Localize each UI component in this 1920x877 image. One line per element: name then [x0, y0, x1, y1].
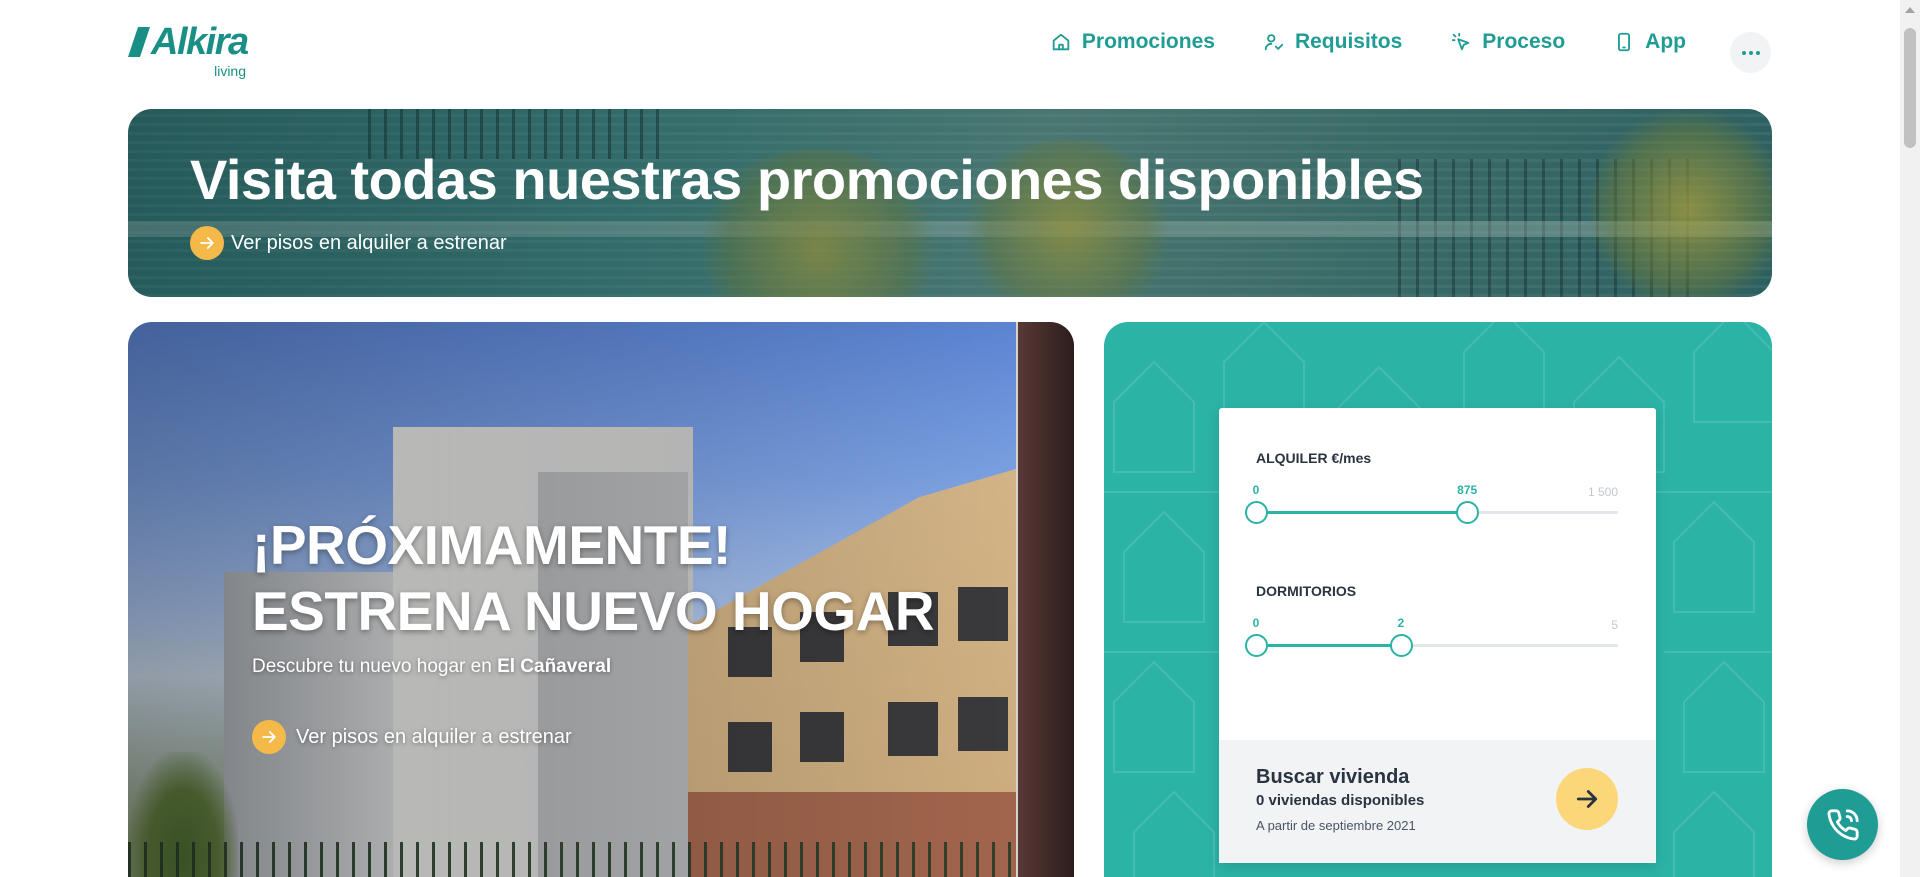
- banner-link[interactable]: Ver pisos en alquiler a estrenar: [190, 226, 507, 260]
- main-nav: Promociones Requisitos Proceso App: [1050, 30, 1686, 54]
- banner-title: Visita todas nuestras promociones dispon…: [190, 148, 1424, 211]
- rent-min-value: 0: [1252, 483, 1260, 497]
- bedrooms-max-handle[interactable]: [1389, 634, 1413, 657]
- nav-item-label: Proceso: [1482, 30, 1566, 53]
- search-go-button[interactable]: [1556, 768, 1618, 830]
- nav-item-proceso[interactable]: Proceso: [1450, 30, 1565, 54]
- hero-link-label: Ver pisos en alquiler a estrenar: [296, 725, 572, 748]
- rent-min-handle[interactable]: [1245, 501, 1268, 524]
- rent-filter-label: ALQUILER €/mes: [1256, 450, 1372, 466]
- search-title: Buscar vivienda: [1256, 766, 1410, 788]
- user-check-icon: [1264, 34, 1284, 51]
- nav-item-label: Promociones: [1081, 30, 1215, 53]
- scroll-up-icon[interactable]: [1905, 7, 1915, 13]
- more-horizontal-icon: [1741, 50, 1746, 55]
- alkira-logo[interactable]: Alkira living: [128, 21, 250, 79]
- hero-card[interactable]: ¡PRÓXIMAMENTE! ESTRENA NUEVO HOGAR Descu…: [128, 322, 1074, 877]
- bedrooms-range-slider[interactable]: 0 2 5: [1245, 616, 1618, 657]
- rent-max-handle[interactable]: [1456, 501, 1480, 524]
- scrollbar-thumb[interactable]: [1904, 28, 1916, 148]
- bedrooms-max-value: 2: [1397, 616, 1405, 630]
- nav-item-label: Requisitos: [1294, 30, 1403, 53]
- cursor-click-icon: [1452, 32, 1470, 51]
- site-header: Alkira living Promociones Requisitos Pro…: [0, 0, 1900, 105]
- logo-tagline: living: [214, 63, 246, 79]
- filter-card: ALQUILER €/mes 0 875 1 500 DORMITORIOS 0…: [1219, 408, 1656, 863]
- nav-item-requisitos[interactable]: Requisitos: [1263, 30, 1402, 54]
- banner-link-label: Ver pisos en alquiler a estrenar: [231, 231, 507, 254]
- rent-max-value: 875: [1457, 483, 1478, 497]
- hero-subtitle-text: Descubre tu nuevo hogar en: [252, 656, 498, 677]
- bedrooms-scale-max: 5: [1611, 618, 1618, 632]
- smartphone-icon: [1618, 32, 1631, 52]
- search-panel: ALQUILER €/mes 0 875 1 500 DORMITORIOS 0…: [1104, 322, 1772, 877]
- bedrooms-min-value: 0: [1252, 616, 1260, 630]
- nav-item-label: App: [1645, 30, 1686, 53]
- arrow-right-icon: [1576, 790, 1598, 808]
- hero-title: ¡PRÓXIMAMENTE! ESTRENA NUEVO HOGAR: [252, 512, 935, 644]
- hero-link[interactable]: Ver pisos en alquiler a estrenar: [252, 720, 572, 754]
- call-button[interactable]: [1807, 789, 1878, 860]
- nav-item-promociones[interactable]: Promociones: [1050, 30, 1215, 54]
- logo-text: Alkira: [151, 21, 249, 63]
- more-menu-button[interactable]: [1730, 32, 1771, 73]
- hero-title-line-1: ¡PRÓXIMAMENTE!: [252, 514, 731, 576]
- rent-range-slider[interactable]: 0 875 1 500: [1245, 483, 1618, 524]
- logo-mark-icon: [128, 27, 150, 57]
- rent-scale-max: 1 500: [1587, 485, 1618, 499]
- availability-date: A partir de septiembre 2021: [1256, 818, 1416, 833]
- arrow-right-icon: [190, 226, 224, 260]
- hero-subtitle: Descubre tu nuevo hogar en El Cañaveral: [252, 656, 611, 678]
- search-button[interactable]: Buscar vivienda 0 viviendas disponibles …: [1219, 740, 1656, 863]
- slider-fill: [1256, 644, 1401, 647]
- home-icon: [1052, 33, 1070, 51]
- available-count: 0 viviendas disponibles: [1256, 792, 1425, 809]
- nav-item-app[interactable]: App: [1613, 30, 1686, 54]
- hero-subtitle-place: El Cañaveral: [497, 656, 612, 677]
- promotions-banner[interactable]: Visita todas nuestras promociones dispon…: [128, 109, 1772, 297]
- arrow-right-icon: [252, 720, 286, 754]
- hero-title-line-2: ESTRENA NUEVO HOGAR: [252, 580, 935, 642]
- phone-call-icon: [1827, 808, 1859, 840]
- slider-fill: [1256, 511, 1468, 514]
- page-scrollbar[interactable]: [1900, 0, 1920, 877]
- bedrooms-min-handle[interactable]: [1245, 634, 1268, 657]
- bedrooms-filter-label: DORMITORIOS: [1256, 583, 1357, 599]
